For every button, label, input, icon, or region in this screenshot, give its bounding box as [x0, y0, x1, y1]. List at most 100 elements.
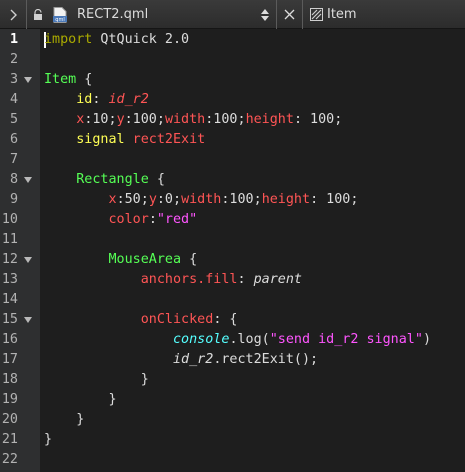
- symbol-breadcrumb[interactable]: Item: [327, 0, 357, 29]
- code-token: .log(: [229, 332, 270, 347]
- code-token: }: [108, 392, 117, 407]
- code-token: width: [164, 112, 206, 127]
- line-number: 2: [9, 52, 18, 67]
- code-token: QtQuick 2.0: [92, 32, 190, 47]
- code-token: onClicked: [140, 312, 214, 327]
- code-token: :: [92, 92, 109, 107]
- line-number: 12: [1, 252, 18, 267]
- line-number: 5: [9, 112, 18, 127]
- code-token: import: [44, 32, 93, 47]
- code-token: : 100;: [310, 192, 359, 207]
- code-token: :50;: [116, 192, 149, 207]
- code-token: id_r2: [173, 352, 214, 367]
- fold-arrow-icon[interactable]: [24, 77, 32, 83]
- code-line: signal rect2Exit: [44, 130, 205, 150]
- code-token: x: [108, 192, 117, 207]
- code-token: rect2Exit: [124, 132, 206, 147]
- line-number: 14: [1, 292, 18, 307]
- code-line: }: [44, 390, 117, 410]
- code-line: }: [44, 410, 84, 430]
- fold-arrow-icon[interactable]: [24, 317, 32, 323]
- code-line: anchors.fill: parent: [44, 270, 302, 290]
- fold-arrow-icon[interactable]: [24, 177, 32, 183]
- toolbar-separator: [302, 0, 303, 29]
- line-number: 3: [9, 72, 18, 87]
- code-token: Item: [44, 72, 77, 87]
- code-token: :: [237, 272, 254, 287]
- navigate-back-icon[interactable]: [6, 0, 20, 29]
- code-line: x:10;y:100;width:100;height: 100;: [44, 110, 342, 130]
- code-token: {: [148, 172, 165, 187]
- file-icon-label: qml: [55, 17, 64, 23]
- lock-icon[interactable]: [32, 0, 44, 29]
- line-number: 15: [1, 312, 18, 327]
- toolbar-separator: [276, 0, 277, 29]
- code-line: import QtQuick 2.0: [44, 30, 189, 50]
- code-line: id_r2.rect2Exit();: [44, 350, 318, 370]
- file-name-label[interactable]: RECT2.qml: [77, 0, 148, 29]
- code-line: console.log("send id_r2 signal"): [44, 330, 431, 350]
- code-line: Rectangle {: [44, 170, 165, 190]
- code-token: :100;: [221, 192, 262, 207]
- code-token: .rect2Exit();: [213, 352, 319, 367]
- code-token: id_r2: [108, 92, 149, 107]
- code-line: id: id_r2: [44, 90, 149, 110]
- code-editor[interactable]: import QtQuick 2.0 Item { id: id_r2 x :10;…: [40, 29, 465, 472]
- code-token: MouseArea: [108, 252, 182, 267]
- close-document-icon[interactable]: [283, 0, 295, 29]
- code-token: }: [44, 432, 53, 447]
- code-token: height: [261, 192, 311, 207]
- line-number: 8: [9, 172, 18, 187]
- code-token: width: [181, 192, 222, 207]
- line-number-gutter[interactable]: 1 2 3 4 5 6 7 8 9 10 11 12 13 14 15 16 17 18 19 20 21 22: [0, 29, 40, 472]
- line-number: 13: [1, 272, 18, 287]
- line-number: 22: [1, 452, 18, 467]
- symbol-icon[interactable]: [309, 0, 323, 29]
- code-token: : {: [213, 312, 238, 327]
- editor-toolbar: qml RECT2.qml Item: [0, 0, 465, 29]
- code-token: }: [140, 372, 149, 387]
- code-token: :0;: [156, 192, 182, 207]
- code-token: {: [181, 252, 198, 267]
- code-line: x:50;y:0;width:100;height: 100;: [44, 190, 359, 210]
- line-number: 10: [1, 212, 18, 227]
- code-token: Rectangle: [76, 172, 149, 187]
- code-line: color:"red": [44, 210, 198, 230]
- code-token: color: [108, 212, 149, 227]
- line-number: 4: [9, 92, 18, 107]
- code-token: ): [422, 332, 431, 347]
- code-token: signal: [76, 132, 125, 147]
- fold-arrow-icon[interactable]: [24, 257, 32, 263]
- code-token: :: [148, 212, 157, 227]
- code-token: "send id_r2 signal": [269, 332, 423, 347]
- line-number: 6: [9, 132, 18, 147]
- line-number: 9: [9, 192, 18, 207]
- line-number: 20: [1, 412, 18, 427]
- toolbar-separator: [26, 0, 27, 29]
- code-token: console: [173, 332, 230, 347]
- code-token: height: [245, 112, 294, 127]
- code-line: }: [44, 430, 52, 450]
- line-number: 19: [1, 392, 18, 407]
- code-token: {: [76, 72, 93, 87]
- code-token: :100;: [205, 112, 246, 127]
- code-token: y: [116, 112, 125, 127]
- file-selector-chevron-icon[interactable]: [260, 0, 270, 29]
- line-number: 17: [1, 352, 18, 367]
- qml-file-icon: qml: [52, 0, 68, 29]
- code-line: onClicked: {: [44, 310, 238, 330]
- code-token: "red": [156, 212, 198, 227]
- line-number: 11: [1, 232, 18, 247]
- code-token: :10;: [84, 112, 117, 127]
